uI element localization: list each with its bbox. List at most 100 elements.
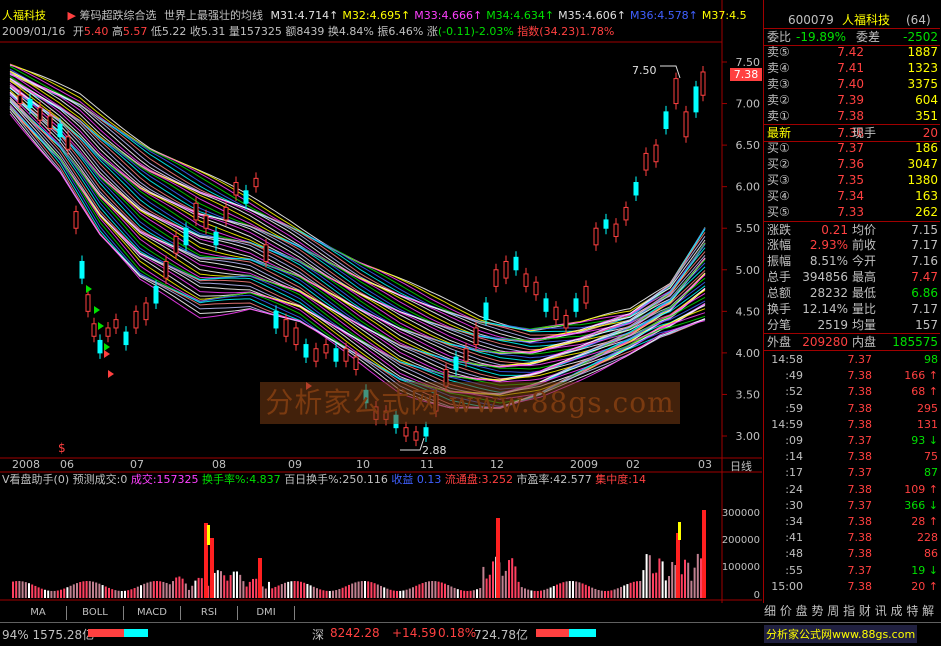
- tick-row: :17 7.37 87: [764, 465, 940, 481]
- volume-bar: [415, 585, 418, 598]
- volume-bar: [226, 580, 229, 598]
- candle-body: [163, 260, 169, 279]
- inner-label: 内盘: [852, 335, 877, 349]
- volume-bar: [181, 578, 184, 598]
- time-axis-label: 06: [60, 458, 74, 471]
- dollar-signal-icon: $: [58, 441, 66, 455]
- candle-body: [85, 294, 91, 312]
- volume-bar: [549, 587, 552, 598]
- volume-spike-bar: [676, 533, 680, 598]
- volume-bar: [540, 590, 542, 598]
- volume-bar: [581, 583, 584, 598]
- ask-row: 卖④ 7.41 1323: [764, 60, 940, 76]
- volume-bar: [412, 587, 414, 598]
- indicator-name[interactable]: 筹码超跌综合选: [79, 9, 156, 22]
- indicator-tab-macd[interactable]: MACD: [124, 606, 181, 620]
- right-bottom-tabs[interactable]: 细 价 盘 势 周 指 财 讯 成 特 解: [764, 603, 941, 619]
- bid-label: 买④: [767, 189, 790, 203]
- moving-average-line: [9, 82, 706, 353]
- tick-volume: 75: [924, 450, 938, 464]
- volume-turnover-rate: 换手率%:4.837: [202, 473, 281, 486]
- candle-body: [153, 285, 159, 304]
- volume-bar: [380, 585, 382, 598]
- last-label: 最新: [767, 126, 792, 140]
- candle-body: [263, 244, 269, 262]
- volume-bar: [610, 590, 613, 598]
- moving-average-line: [9, 73, 706, 342]
- volume-bar: [200, 578, 203, 598]
- tick-time: :34: [785, 515, 803, 528]
- bid-label: 买③: [767, 173, 790, 187]
- tick-price: 7.38: [847, 547, 873, 561]
- time-axis: 2008 06 07 08 09 10 11 12 2009 02 03: [0, 458, 762, 472]
- volume-bar: [664, 580, 667, 598]
- candle-body: [633, 182, 639, 196]
- stat-value: 7.15: [911, 223, 938, 237]
- period-label[interactable]: 日线: [730, 458, 752, 474]
- status-sz-amount: 724.78亿: [474, 628, 528, 642]
- tick-volume: 366 ↓: [904, 498, 938, 512]
- candle-body: [343, 348, 349, 362]
- volume-bar: [232, 571, 235, 598]
- volume-spike-bar: [496, 518, 500, 598]
- volume-title[interactable]: V看盘助手(0): [2, 473, 69, 486]
- candle-body: [603, 219, 609, 229]
- volume-bar: [88, 581, 91, 598]
- tick-volume: 86: [924, 547, 938, 561]
- buy-signal-icon: [98, 322, 104, 330]
- volume-bar: [335, 590, 338, 598]
- volume-bar: [616, 588, 619, 598]
- bid-price: 7.37: [837, 141, 864, 155]
- volume-bar: [370, 582, 373, 598]
- volume-bar: [274, 586, 277, 598]
- status-left-index: 94% 1575.28亿: [2, 628, 95, 642]
- volume-bar: [111, 589, 114, 598]
- buy-signal-icon: [86, 285, 92, 293]
- volume-bar: [172, 581, 174, 598]
- ask-price: 7.41: [837, 61, 864, 75]
- volume-bar: [632, 581, 635, 598]
- tick-price: 7.37: [847, 563, 873, 577]
- tick-volume: 228: [917, 531, 938, 545]
- candle-body: [313, 348, 319, 362]
- info-open: 5.40: [83, 25, 109, 38]
- volume-bar: [408, 588, 411, 598]
- volume-bar: [156, 581, 158, 598]
- volume-bar: [504, 570, 507, 598]
- volume-bar: [514, 566, 517, 598]
- ask-volume: 1323: [907, 61, 938, 75]
- tick-time: :59: [785, 401, 803, 415]
- buy-signal-icon: [104, 343, 110, 351]
- candle-body: [223, 206, 229, 221]
- ask-volume: 351: [915, 109, 938, 123]
- ma-value-2: M32:4.695↑: [342, 9, 411, 22]
- candle-body: [663, 111, 669, 129]
- volume-bar: [591, 587, 594, 598]
- volume-bar: [178, 576, 181, 598]
- indicator-tab-ma[interactable]: MA: [10, 606, 67, 620]
- tick-time: :48: [785, 547, 803, 561]
- stat-value: 2.93%: [809, 238, 848, 252]
- candle-body: [123, 331, 129, 346]
- ask-price: 7.42: [837, 45, 864, 59]
- candle-body: [37, 107, 43, 121]
- volume-bar: [527, 589, 530, 598]
- indicator-tab-boll[interactable]: BOLL: [67, 606, 124, 620]
- volume-bar: [584, 584, 587, 598]
- kline-chart-area[interactable]: 7.50 7.00 6.50 6.00 5.50 5.00 4.50 4.00 3.50 3.00…: [0, 0, 762, 603]
- kline-chart-svg[interactable]: 7.50 7.00 6.50 6.00 5.50 5.00 4.50 4.00 3.50 3.00…: [0, 0, 762, 603]
- candle-body: [233, 182, 239, 196]
- info-index-label: 指数: [517, 25, 540, 38]
- indicator-tab-dmi[interactable]: DMI: [238, 606, 295, 620]
- volume-bar: [28, 583, 30, 598]
- volume-bar: [351, 583, 354, 598]
- candle-body: [353, 356, 359, 371]
- indicator-tab-rsi[interactable]: RSI: [181, 606, 238, 620]
- stat-label: 最低: [852, 286, 877, 300]
- volume-bar: [140, 585, 142, 598]
- weicha-label: 委差: [856, 30, 881, 44]
- quote-title-row: 600079 人福科技 (64): [764, 12, 940, 29]
- volume-bar: [229, 575, 232, 598]
- volume-bar: [655, 572, 658, 598]
- volume-bar: [50, 590, 53, 598]
